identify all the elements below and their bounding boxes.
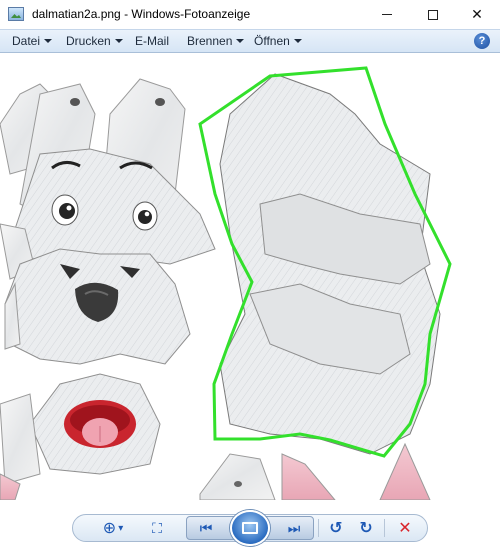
- menu-label: Brennen: [187, 34, 233, 48]
- menu-drucken[interactable]: Drucken: [66, 34, 123, 48]
- toolbar-separator: [318, 519, 319, 537]
- caret-down-icon: [236, 39, 245, 43]
- image-viewport[interactable]: [0, 54, 500, 500]
- maximize-icon: [428, 9, 438, 20]
- previous-button[interactable]: ⏮: [193, 517, 219, 539]
- previous-icon: ⏮: [199, 519, 213, 536]
- menu-label: Öffnen: [254, 34, 290, 48]
- rotate-right-button[interactable]: ↻: [356, 517, 376, 539]
- mouth-piece: [0, 373, 161, 485]
- rotate-left-button[interactable]: ↺: [326, 517, 346, 539]
- zoom-icon: ⊕: [102, 520, 117, 537]
- photo-viewer-app-icon: [8, 7, 24, 21]
- rotate-left-icon: ↺: [329, 520, 343, 537]
- minimize-button[interactable]: [364, 0, 410, 29]
- chevron-down-icon: ▾: [118, 522, 124, 534]
- toolbar-separator: [384, 519, 385, 537]
- slideshow-icon: [242, 522, 258, 534]
- menu-email[interactable]: E-Mail: [135, 34, 169, 48]
- maximize-button[interactable]: [410, 0, 456, 29]
- zoom-button[interactable]: ⊕ ▾: [98, 517, 128, 539]
- close-button[interactable]: ✕: [454, 0, 500, 29]
- actual-size-button[interactable]: ⛶: [146, 517, 168, 539]
- menu-bar: Datei Drucken E-Mail Brennen Öffnen ?: [0, 29, 500, 53]
- caret-down-icon: [44, 39, 53, 43]
- menu-label: Datei: [12, 34, 41, 48]
- menu-label: E-Mail: [135, 34, 170, 48]
- delete-button[interactable]: ✕: [394, 517, 416, 539]
- close-icon: ✕: [471, 6, 483, 22]
- next-icon: ⏭: [287, 519, 301, 536]
- help-icon[interactable]: ?: [474, 33, 490, 49]
- delete-icon: ✕: [398, 520, 412, 537]
- muzzle-piece: [4, 248, 191, 365]
- menu-oeffnen[interactable]: Öffnen: [254, 34, 302, 48]
- papercraft-template-image: [0, 66, 452, 500]
- caret-down-icon: [114, 39, 123, 43]
- left-head-piece: [0, 78, 216, 280]
- menu-label: Drucken: [66, 34, 111, 48]
- slideshow-button[interactable]: [230, 510, 270, 546]
- minimize-icon: [382, 14, 392, 15]
- window-title: dalmatian2a.png - Windows-Fotoanzeige: [32, 7, 251, 21]
- body-piece: [219, 73, 441, 455]
- title-bar: dalmatian2a.png - Windows-Fotoanzeige ✕: [0, 0, 500, 29]
- next-button[interactable]: ⏭: [281, 517, 307, 539]
- caret-down-icon: [293, 39, 302, 43]
- menu-datei[interactable]: Datei: [12, 34, 53, 48]
- rotate-right-icon: ↻: [359, 520, 373, 537]
- menu-brennen[interactable]: Brennen: [187, 34, 245, 48]
- fit-window-icon: ⛶: [152, 519, 162, 536]
